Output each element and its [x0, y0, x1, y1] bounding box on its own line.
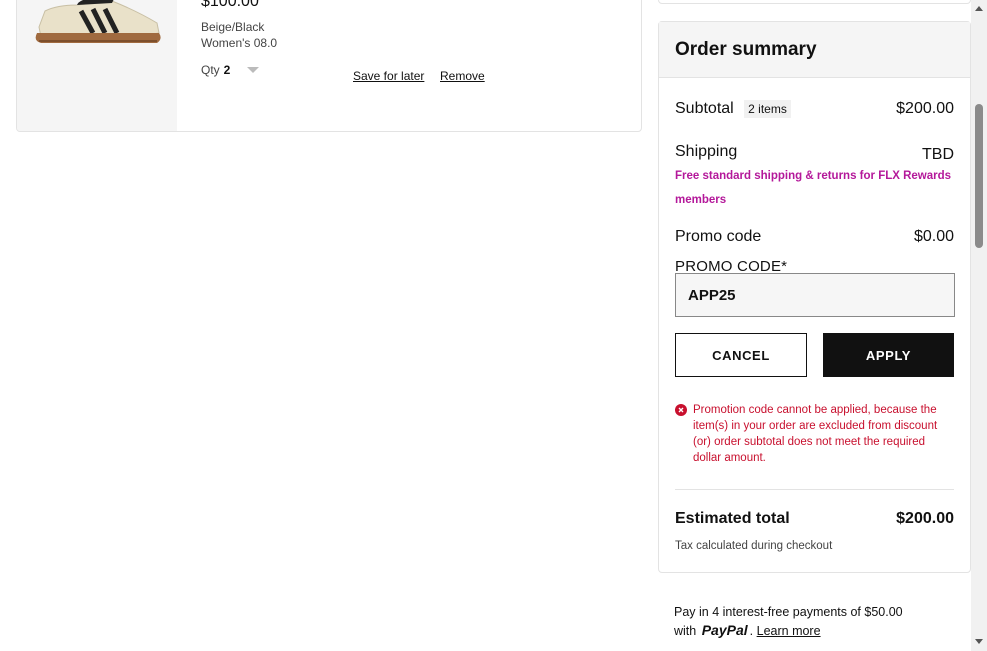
quantity-selector[interactable]: Qty 2: [201, 63, 260, 77]
estimated-total-label: Estimated total: [675, 510, 790, 527]
qty-value: 2: [223, 63, 231, 77]
order-summary-header: Order summary: [659, 22, 970, 78]
scroll-up-icon[interactable]: [974, 4, 984, 12]
scrollbar-thumb[interactable]: [975, 104, 983, 248]
item-price: $100.00: [201, 0, 259, 10]
item-size: Women's 08.0: [201, 36, 278, 50]
product-thumbnail[interactable]: [17, 0, 177, 131]
qty-label: Qty: [201, 63, 220, 77]
error-circle-icon: [675, 404, 687, 416]
vertical-scrollbar[interactable]: [971, 0, 987, 651]
shipping-row: Shipping TBD: [675, 140, 954, 164]
paypal-message: Pay in 4 interest-free payments of $50.0…: [674, 605, 903, 638]
error-text: Promotion code cannot be applied, becaus…: [693, 404, 938, 464]
cart-page: $100.00 Beige/Black Women's 08.0 Qty 2 S…: [0, 0, 987, 651]
promo-code-input[interactable]: [675, 273, 955, 317]
free-shipping-message: Free standard shipping & returns for FLX…: [675, 170, 952, 206]
estimated-total-value: $200.00: [896, 510, 954, 527]
scroll-down-icon[interactable]: [974, 638, 984, 646]
subtotal-row: Subtotal 2 items $200.00: [675, 100, 954, 118]
item-color: Beige/Black: [201, 20, 265, 34]
order-summary-title: Order summary: [675, 39, 817, 60]
chevron-down-icon[interactable]: [246, 65, 260, 75]
tax-note: Tax calculated during checkout: [675, 540, 833, 552]
estimated-total-row: Estimated total $200.00: [675, 510, 954, 528]
save-for-later-link[interactable]: Save for later: [353, 69, 424, 83]
paypal-with: with: [674, 624, 697, 638]
order-summary-panel: Order summary Subtotal 2 items $200.00 S…: [658, 21, 971, 573]
promo-error-message: Promotion code cannot be applied, becaus…: [675, 402, 954, 466]
sneaker-image: [35, 0, 161, 43]
promo-code-value: $0.00: [913, 228, 954, 245]
divider: [675, 489, 954, 490]
shipping-value: TBD: [922, 146, 954, 163]
remove-link[interactable]: Remove: [440, 69, 485, 83]
subtotal-label: Subtotal: [675, 100, 734, 118]
paypal-line1: Pay in 4 interest-free payments of $50.0…: [674, 605, 903, 619]
cancel-button[interactable]: CANCEL: [675, 333, 807, 377]
learn-more-link[interactable]: Learn more: [757, 624, 821, 638]
paypal-logo: PayPal: [701, 622, 748, 638]
promo-code-label: Promo code: [675, 228, 762, 245]
cart-item-card: $100.00 Beige/Black Women's 08.0 Qty 2 S…: [16, 0, 642, 132]
shipping-label: Shipping: [675, 143, 738, 160]
top-card-edge: [658, 0, 971, 4]
promo-code-row: Promo code $0.00: [675, 228, 954, 246]
apply-button[interactable]: APPLY: [823, 333, 954, 377]
subtotal-value: $200.00: [896, 100, 954, 118]
items-count-badge: 2 items: [744, 100, 791, 118]
